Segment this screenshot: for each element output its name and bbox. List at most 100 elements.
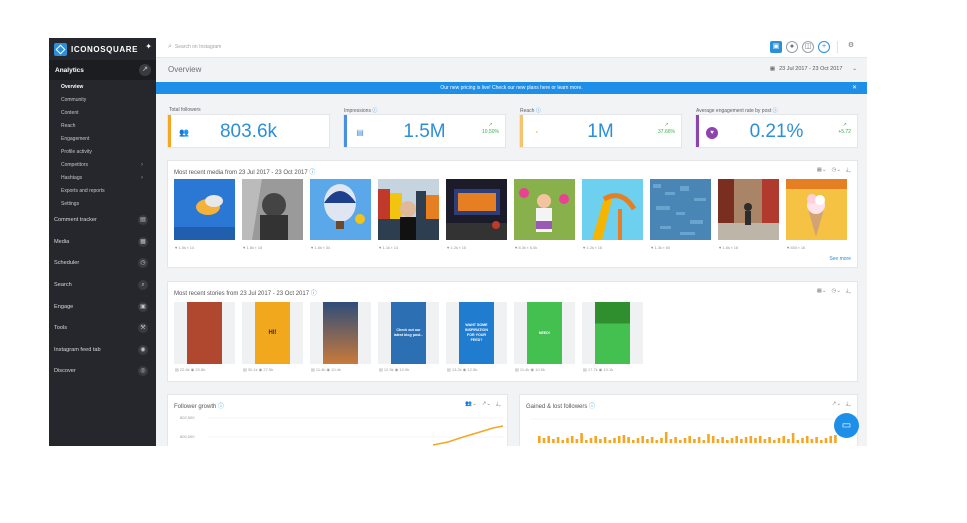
gained-bar <box>749 436 753 443</box>
kpi-card-reach[interactable]: ◔ 1M ↗ 37.66% <box>519 114 682 148</box>
line-chart-icon[interactable]: ↗⌄ <box>482 401 491 408</box>
media-stats: ♥ 1.5k ▪ 14 <box>175 245 195 250</box>
clock-icon[interactable]: ◷⌄ <box>832 167 841 174</box>
kpi-card-engagement[interactable]: ♥ 0.21% ↗ +5.72 <box>695 114 858 148</box>
story-thumb[interactable]: HI! <box>242 302 303 364</box>
sidebar: ICONOSQUARE ✦ Analytics ↗ Overview Commu… <box>49 38 156 446</box>
download-icon[interactable]: ⤓⌄ <box>496 401 501 408</box>
gained-bar <box>650 437 654 443</box>
sidebar-subitem-hashtags[interactable]: Hashtags › <box>61 175 143 181</box>
gained-bar <box>594 436 597 443</box>
story-thumb[interactable]: WANT SOME INSPIRATION FOR YOUR FEED? <box>446 302 507 364</box>
reach-count: 10.4k <box>331 367 341 372</box>
gained-bar <box>782 436 785 443</box>
notifications-icon[interactable]: ◫ <box>802 41 814 53</box>
sidebar-item-engage[interactable]: Engage ▣ <box>54 300 152 314</box>
sidebar-item-search[interactable]: Search ⌕ <box>54 278 152 292</box>
pin-icon[interactable]: ✦ <box>145 42 152 51</box>
sidebar-subitem-exports[interactable]: Exports and reports <box>61 188 105 194</box>
comment-count: 14 <box>393 245 399 250</box>
sidebar-item-discover[interactable]: Discover ◎ <box>54 364 152 378</box>
comment-count: 34 <box>325 245 331 250</box>
download-icon[interactable]: ⤓⌄ <box>846 401 851 408</box>
date-range-picker[interactable]: ▦ 23 Jul 2017 - 23 Oct 2017 ⌄ <box>770 66 857 72</box>
info-icon[interactable]: ⓘ <box>309 170 315 176</box>
add-account-icon[interactable]: + <box>818 41 830 53</box>
page-header: Overview ▦ 23 Jul 2017 - 23 Oct 2017 ⌄ <box>156 58 867 82</box>
sidebar-subitem-profile-activity[interactable]: Profile activity <box>61 149 92 155</box>
team-icon[interactable]: ● <box>786 41 798 53</box>
media-thumb[interactable] <box>582 179 643 240</box>
account-switch-icon[interactable]: ▣ <box>770 41 782 53</box>
sidebar-subitem-competitors[interactable]: Competitors › <box>61 162 143 168</box>
sidebar-item-analytics[interactable]: Analytics ↗ <box>49 60 156 80</box>
sidebar-item-media[interactable]: Media ▦ <box>54 235 152 249</box>
thumb-image <box>310 179 371 240</box>
story-image <box>187 302 222 364</box>
gained-bar <box>726 440 729 443</box>
sidebar-subitem-content[interactable]: Content <box>61 110 79 116</box>
topbar: ⌕ Search on Instagram ▣ ● ◫ + ⚙ <box>156 38 867 58</box>
download-icon[interactable]: ⤓⌄ <box>846 288 851 295</box>
like-count: 1.6k <box>722 245 731 250</box>
sidebar-subitem-settings[interactable]: Settings <box>61 201 79 207</box>
kpi-trend: ↗ 10.50% <box>482 122 499 136</box>
divider <box>837 41 838 53</box>
media-thumb[interactable] <box>446 179 507 240</box>
info-icon[interactable]: ⓘ <box>589 404 595 410</box>
sidebar-item-scheduler[interactable]: Scheduler ◷ <box>54 256 152 270</box>
sidebar-subitem-overview[interactable]: Overview <box>61 84 83 90</box>
kpi-label-impressions: Impressions ⓘ <box>344 107 377 114</box>
sidebar-subitem-reach[interactable]: Reach <box>61 123 75 129</box>
sidebar-subitem-community[interactable]: Community <box>61 97 86 103</box>
media-thumb[interactable] <box>650 179 711 240</box>
media-thumb[interactable] <box>718 179 779 240</box>
gained-bar <box>585 440 588 443</box>
media-thumb[interactable] <box>242 179 303 240</box>
reach-count: 12.5k <box>467 367 478 372</box>
sidebar-item-comment-tracker[interactable]: Comment tracker ▤ <box>54 213 152 227</box>
panel-title: Most recent stories from 23 Jul 2017 - 2… <box>174 288 317 297</box>
chat-icon[interactable]: ▭ <box>834 413 859 438</box>
story-thumb[interactable] <box>310 302 371 364</box>
grid-view-icon[interactable]: ▦⌄ <box>817 167 827 174</box>
close-icon[interactable]: ✕ <box>852 82 857 94</box>
media-thumb[interactable] <box>310 179 371 240</box>
gained-bar <box>805 436 809 443</box>
brand[interactable]: ICONOSQUARE ✦ <box>54 41 152 57</box>
search-bar[interactable]: ⌕ Search on Instagram <box>168 43 221 51</box>
pricing-banner: Our new pricing is live! Check our new p… <box>156 82 867 94</box>
gear-icon[interactable]: ⚙ <box>845 41 857 53</box>
download-icon[interactable]: ⤓⌄ <box>846 167 851 174</box>
line-chart-icon[interactable]: ↗⌄ <box>832 401 841 408</box>
recent-media-panel: Most recent media from 23 Jul 2017 - 23 … <box>167 160 858 268</box>
sidebar-item-feed-tab[interactable]: Instagram feed tab ◉ <box>54 343 152 357</box>
media-stats: ♥ 1.1k ▪ 14 <box>379 245 399 250</box>
engage-icon: ▣ <box>138 302 148 312</box>
gained-bar <box>824 438 828 443</box>
gained-bar <box>707 434 710 443</box>
info-icon[interactable]: ⓘ <box>311 291 317 297</box>
info-icon[interactable]: ⓘ <box>218 404 224 410</box>
media-thumb[interactable] <box>378 179 439 240</box>
users-icon[interactable]: 👥⌄ <box>465 401 476 408</box>
sidebar-item-tools[interactable]: Tools ⚒ <box>54 321 152 335</box>
media-thumb[interactable] <box>174 179 235 240</box>
story-thumb[interactable] <box>582 302 643 364</box>
story-thumb[interactable]: Check out our latest blog post... <box>378 302 439 364</box>
story-thumb[interactable]: NEED! <box>514 302 575 364</box>
panel-title: Gained & lost followers ⓘ <box>526 401 595 410</box>
media-thumb[interactable] <box>514 179 575 240</box>
media-stats: ♥ 1.2k ▪ 16 <box>583 245 603 250</box>
story-thumb[interactable] <box>174 302 235 364</box>
see-more-link[interactable]: See more <box>829 256 851 262</box>
banner-text[interactable]: Our new pricing is live! Check our new p… <box>440 85 582 91</box>
clock-icon[interactable]: ◷⌄ <box>832 288 841 295</box>
grid-view-icon[interactable]: ▦⌄ <box>817 288 827 295</box>
media-thumb[interactable] <box>786 179 847 240</box>
sidebar-subitem-engagement[interactable]: Engagement <box>61 136 89 142</box>
search-input[interactable]: Search on Instagram <box>175 44 221 50</box>
kpi-card-impressions[interactable]: ▤ 1.5M ↗ 10.50% <box>343 114 506 148</box>
gained-bar <box>542 438 546 443</box>
kpi-card-followers[interactable]: 👥 803.6k <box>167 114 330 148</box>
